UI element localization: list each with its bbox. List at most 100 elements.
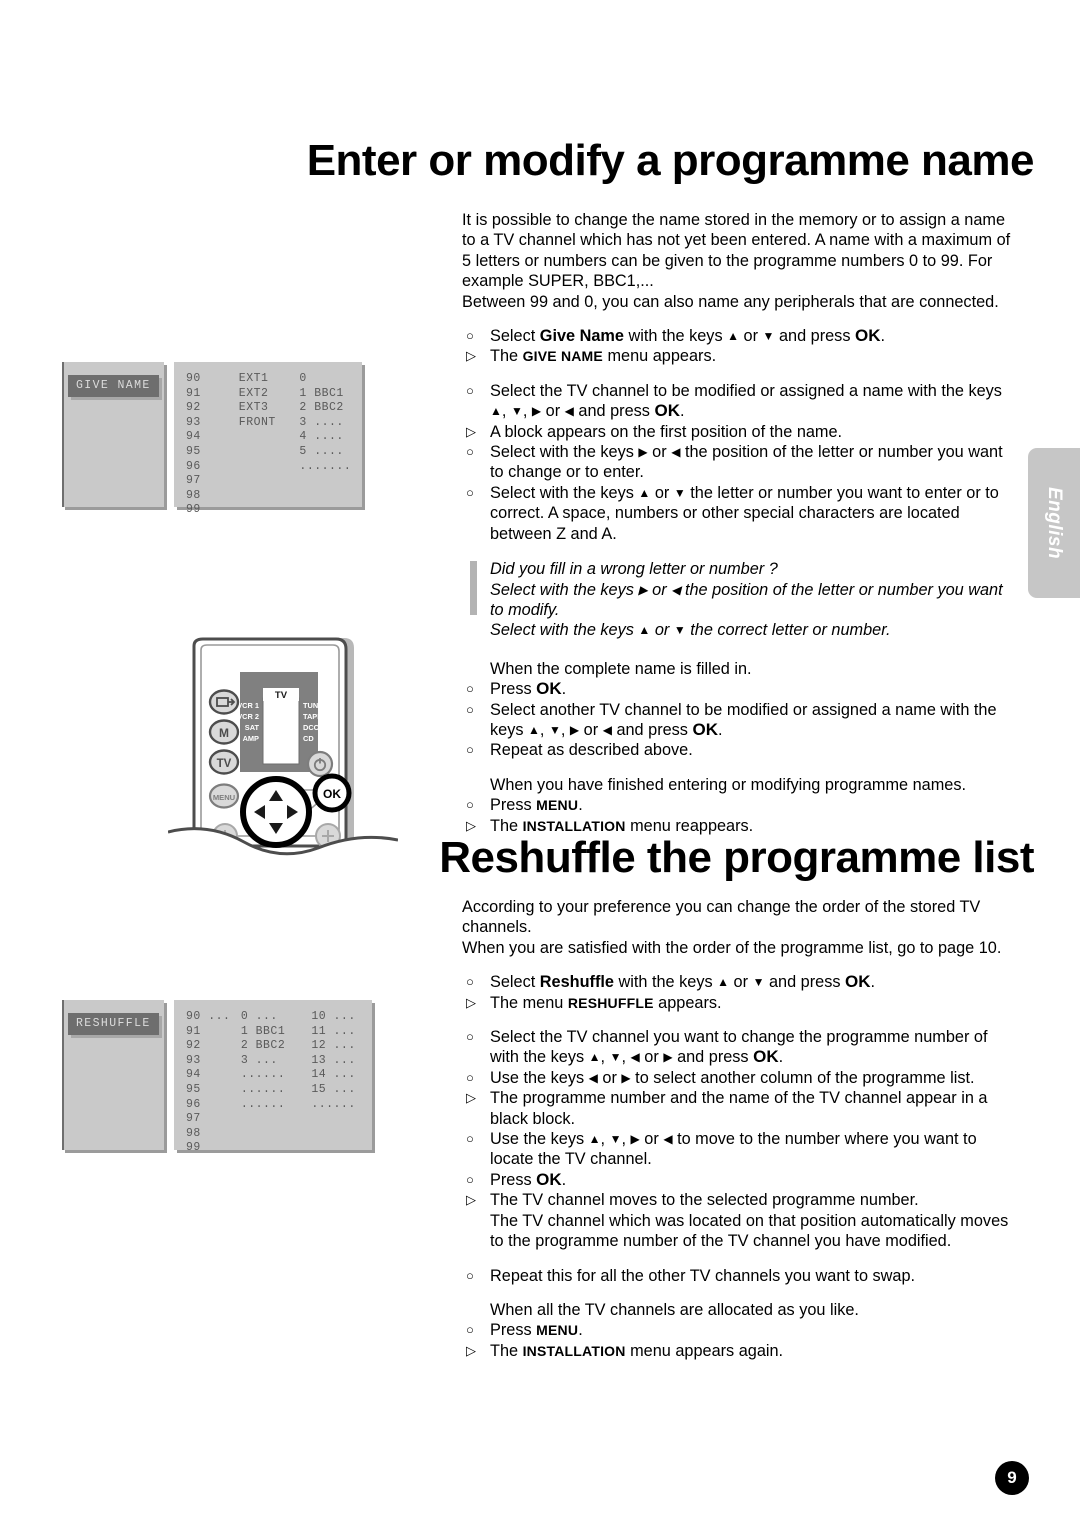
reshuffle-column-right: 10 ... 11 ... 12 ... 13 ... 14 ... 15 ..…	[311, 1010, 372, 1156]
cell: 96	[186, 1097, 201, 1111]
remote-label-tuner: TUNER	[303, 701, 329, 710]
remote-label-sat: SAT	[245, 723, 260, 732]
text: Select with the keys	[490, 621, 639, 640]
text: or	[647, 443, 672, 462]
give-name-menu-tab-label: GIVE NAME	[68, 375, 159, 397]
text: The	[490, 1341, 523, 1360]
cell	[241, 1112, 311, 1127]
menu-name: INSTALLATION	[522, 817, 626, 834]
step-move-to-number: ○ Use the keys ▲, ▼, ▶ or ◀ to move to t…	[462, 1129, 1018, 1170]
text: ,	[600, 1048, 610, 1067]
action-marker-icon: ○	[466, 328, 474, 344]
text: .	[578, 796, 583, 815]
text: When you have finished entering or modif…	[490, 775, 967, 794]
emphasis: Reshuffle	[539, 973, 614, 992]
cell: 93	[186, 1053, 201, 1067]
text: The	[490, 816, 523, 835]
right-arrow-icon: ▶	[638, 445, 648, 460]
cell: EXT1	[238, 372, 269, 385]
cell	[241, 1127, 311, 1142]
language-side-tab-label: English	[1044, 486, 1065, 560]
step-press-ok: ○ Press OK.	[462, 679, 1018, 699]
step-press-ok-reshuffle: ○ Press OK.	[462, 1170, 1018, 1190]
cell: 97	[186, 1112, 201, 1126]
remote-ok-button: OK	[312, 773, 352, 813]
text: Use the keys	[490, 1068, 589, 1087]
text: ,	[621, 1048, 631, 1067]
up-arrow-icon: ▲	[638, 623, 651, 638]
text: The TV channel moves to the selected pro…	[490, 1191, 919, 1210]
action-marker-icon: ○	[466, 681, 474, 697]
language-side-tab: English	[1028, 448, 1080, 598]
remote-label-tape: TAPE	[303, 712, 322, 721]
left-arrow-icon: ◀	[564, 404, 574, 419]
step-select-position: ○ Select with the keys ▶ or ◀ the positi…	[462, 442, 1018, 483]
cell: 12 ...	[311, 1039, 356, 1053]
give-name-programme-list: 90 91 92 93 94 95 96 97 98 99 EXT1 EXT2 …	[174, 362, 362, 516]
text: The TV channel which was located on that…	[490, 1211, 1009, 1251]
cell: 99	[186, 503, 201, 517]
cell: 13 ...	[311, 1053, 356, 1067]
left-arrow-icon: ◀	[588, 1070, 598, 1085]
down-arrow-icon: ▼	[673, 485, 686, 500]
menu-key-label: MENU	[536, 797, 579, 814]
action-marker-icon: ○	[466, 742, 474, 758]
cell	[299, 474, 362, 489]
reshuffle-intro-2: When you are satisfied with the order of…	[462, 938, 1002, 957]
reshuffle-column-middle: 0 ... 1 BBC1 2 BBC2 3 ... ...... ...... …	[241, 1010, 311, 1156]
page-number-value: 9	[1007, 1468, 1017, 1487]
cell: ......	[240, 1082, 286, 1096]
action-marker-icon: ○	[466, 484, 474, 500]
down-arrow-icon: ▼	[548, 722, 561, 737]
text: .	[880, 327, 886, 346]
text: .	[561, 680, 567, 699]
text: When the complete name is filled in.	[490, 659, 752, 678]
text: A block appears on the first position of…	[490, 422, 843, 441]
give-name-column-names: EXT1 EXT2 EXT3 FRONT	[239, 372, 300, 518]
reshuffle-menu-screenshot: RESHUFFLE 90 ... 91 92 93 94 95 96 97 98…	[62, 1000, 372, 1155]
ok-key-label: OK	[536, 679, 562, 699]
text: or	[739, 327, 763, 346]
action-marker-icon: ○	[466, 1131, 474, 1147]
step-select-channel-to-move: ○ Select the TV channel you want to chan…	[462, 1027, 1018, 1068]
left-arrow-icon: ◀	[630, 1050, 640, 1065]
cell: 98	[186, 1126, 201, 1140]
svg-text:MENU: MENU	[213, 793, 236, 802]
give-name-steps-continued: When the complete name is filled in. ○ P…	[462, 659, 1018, 836]
right-arrow-icon: ▶	[663, 1050, 673, 1065]
give-name-menu-screenshot: GIVE NAME 90 91 92 93 94 95 96 97 98 99 …	[62, 362, 362, 516]
cell	[239, 489, 300, 504]
right-arrow-icon: ▶	[569, 722, 580, 737]
text: and press	[764, 973, 846, 992]
cell: FRONT	[238, 415, 276, 429]
cell: .......	[299, 459, 352, 473]
remote-label-cd: CD	[303, 734, 314, 743]
text: Repeat as described above.	[490, 741, 693, 760]
step-select-tv-channel: ○ Select the TV channel to be modified o…	[462, 381, 1018, 422]
action-marker-icon: ○	[466, 1069, 474, 1085]
text: .	[561, 1170, 567, 1189]
svg-text:TV: TV	[217, 758, 232, 770]
cell: 0	[299, 372, 307, 385]
cell: 2 BBC2	[240, 1039, 286, 1053]
give-name-content: It is possible to change the name stored…	[462, 210, 1018, 836]
give-name-column-numbers: 90 91 92 93 94 95 96 97 98 99	[186, 372, 239, 518]
remote-control-illustration: TV VCR 1 VCR 2 SAT AMP TUNER TAPE DCC CD…	[167, 636, 399, 876]
text: ,	[539, 720, 549, 739]
down-arrow-icon: ▼	[510, 404, 523, 419]
text: to select another column of the programm…	[630, 1068, 975, 1087]
cell	[311, 1112, 372, 1127]
remote-navigation-ring	[240, 776, 312, 848]
cell	[311, 1127, 372, 1142]
step-select-reshuffle: ○ Select Reshuffle with the keys ▲ or ▼ …	[462, 972, 1018, 992]
reshuffle-menu-tab-label: RESHUFFLE	[68, 1013, 159, 1035]
text: .	[679, 402, 685, 421]
text: or	[579, 720, 603, 739]
ok-key-label: OK	[753, 1047, 779, 1067]
cell: 95	[186, 444, 201, 458]
text: or	[650, 621, 674, 640]
right-arrow-icon: ▶	[638, 582, 648, 597]
give-name-column-channels: 0 1 BBC1 2 BBC2 3 .... 4 .... 5 .... ...…	[299, 372, 362, 518]
cell	[239, 474, 300, 489]
text: Select with the keys	[490, 580, 639, 599]
